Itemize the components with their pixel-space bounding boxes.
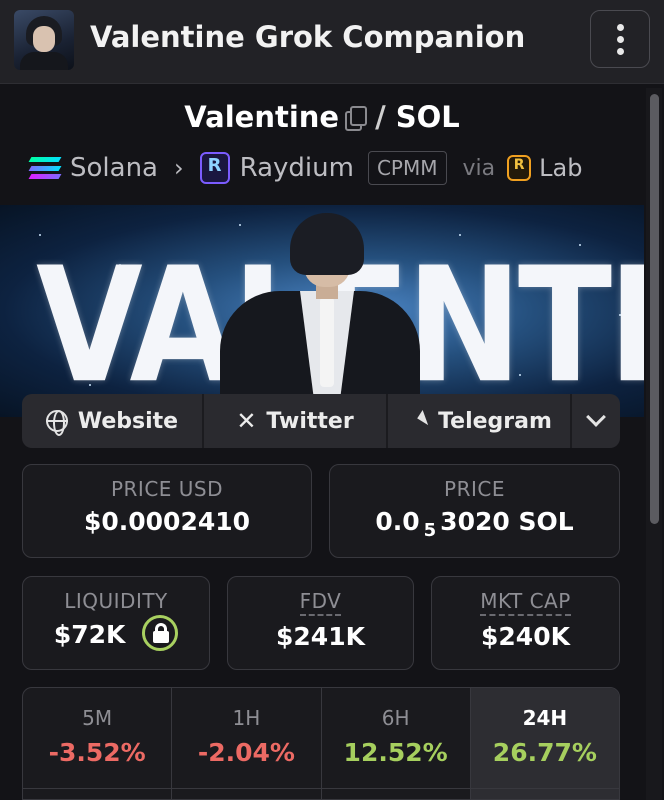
timeframe-change: -2.04% xyxy=(197,738,295,767)
solana-icon xyxy=(28,157,62,179)
fdv-value: $241K xyxy=(276,622,365,651)
more-menu-button[interactable] xyxy=(590,10,650,68)
network-link[interactable]: Solana xyxy=(70,153,158,183)
via-label: via xyxy=(462,155,496,181)
timeframe-label: 24H xyxy=(522,706,568,730)
website-label: Website xyxy=(77,408,179,434)
price-sol-card: PRICE 0.0 5 3020 SOL xyxy=(329,464,620,558)
liquidity-value-row: $72K xyxy=(23,615,209,651)
timeframe-label: 1H xyxy=(232,706,261,730)
mktcap-value: $240K xyxy=(481,622,570,651)
lock-icon[interactable] xyxy=(142,615,179,651)
globe-icon xyxy=(45,410,68,436)
twitter-button[interactable]: ✕ Twitter xyxy=(204,394,388,448)
timeframe-tab-5m[interactable]: 5M -3.52% xyxy=(23,688,173,799)
more-links-dropdown[interactable] xyxy=(572,394,620,448)
timeframe-change: -3.52% xyxy=(48,738,146,767)
x-logo-icon: ✕ xyxy=(236,407,257,435)
lab-icon: R xyxy=(507,155,532,181)
pair-base: Valentine xyxy=(184,100,340,134)
chevron-right-icon: › xyxy=(173,154,184,182)
app-header: Valentine Grok Companion xyxy=(0,0,664,84)
liquidity-label: LIQUIDITY xyxy=(64,589,168,613)
telegram-icon xyxy=(403,410,429,432)
more-vertical-icon-dot xyxy=(616,47,624,55)
price-label: PRICE xyxy=(444,477,505,501)
social-links-bar: Website ✕ Twitter Telegram xyxy=(22,394,620,448)
copy-icon[interactable] xyxy=(343,105,368,131)
fdv-label[interactable]: FDV xyxy=(299,589,342,616)
twitter-label: Twitter xyxy=(266,408,354,434)
timeframe-label: 5M xyxy=(82,706,113,730)
fdv-card: FDV $241K xyxy=(227,576,414,670)
more-vertical-icon-dot xyxy=(616,35,624,43)
pool-type-badge: CPMM xyxy=(367,151,447,185)
dex-link[interactable]: Raydium xyxy=(240,153,354,183)
mktcap-card: MKT CAP $240K xyxy=(431,576,620,670)
raydium-icon: R xyxy=(199,152,230,184)
liquidity-card: LIQUIDITY $72K xyxy=(22,576,210,670)
timeframe-change: 26.77% xyxy=(492,738,597,767)
price-suffix: 3020 SOL xyxy=(440,507,574,536)
app-title: Valentine Grok Companion xyxy=(90,20,526,54)
website-button[interactable]: Website xyxy=(22,394,204,448)
pair-title: Valentine / SOL xyxy=(0,100,644,134)
more-vertical-icon xyxy=(616,23,624,31)
mktcap-label[interactable]: MKT CAP xyxy=(480,589,571,616)
timeframe-tab-1h[interactable]: 1H -2.04% xyxy=(172,688,322,799)
price-zero-count: 5 xyxy=(423,520,437,541)
price-usd-card: PRICE USD $0.0002410 xyxy=(22,464,312,558)
launchpad-link[interactable]: Lab xyxy=(539,154,582,182)
price-usd-value: $0.0002410 xyxy=(83,507,251,536)
price-usd-label: PRICE USD xyxy=(110,477,224,501)
chain-breadcrumb: Solana › R Raydium CPMM via R Lab xyxy=(28,148,582,188)
telegram-button[interactable]: Telegram xyxy=(388,394,572,448)
pair-separator: / xyxy=(375,100,386,134)
avatar xyxy=(14,10,74,70)
scrollbar-thumb[interactable] xyxy=(650,94,659,524)
liquidity-value: $72K xyxy=(53,620,126,649)
timeframe-label: 6H xyxy=(381,706,410,730)
banner-character xyxy=(220,205,420,417)
telegram-label: Telegram xyxy=(438,408,552,434)
timeframe-change: 12.52% xyxy=(343,738,448,767)
divider xyxy=(22,788,620,789)
price-sol-value: 0.0 5 3020 SOL xyxy=(330,507,619,541)
token-banner-image: VALENTINE xyxy=(0,205,644,417)
timeframe-tab-24h[interactable]: 24H 26.77% xyxy=(470,688,619,799)
price-prefix: 0.0 xyxy=(375,507,420,536)
price-change-timeframes: 5M -3.52% 1H -2.04% 6H 12.52% 24H 26.77% xyxy=(22,687,620,800)
chevron-down-icon xyxy=(586,407,606,427)
pair-quote: SOL xyxy=(395,100,460,134)
timeframe-tab-6h[interactable]: 6H 12.52% xyxy=(322,688,471,799)
